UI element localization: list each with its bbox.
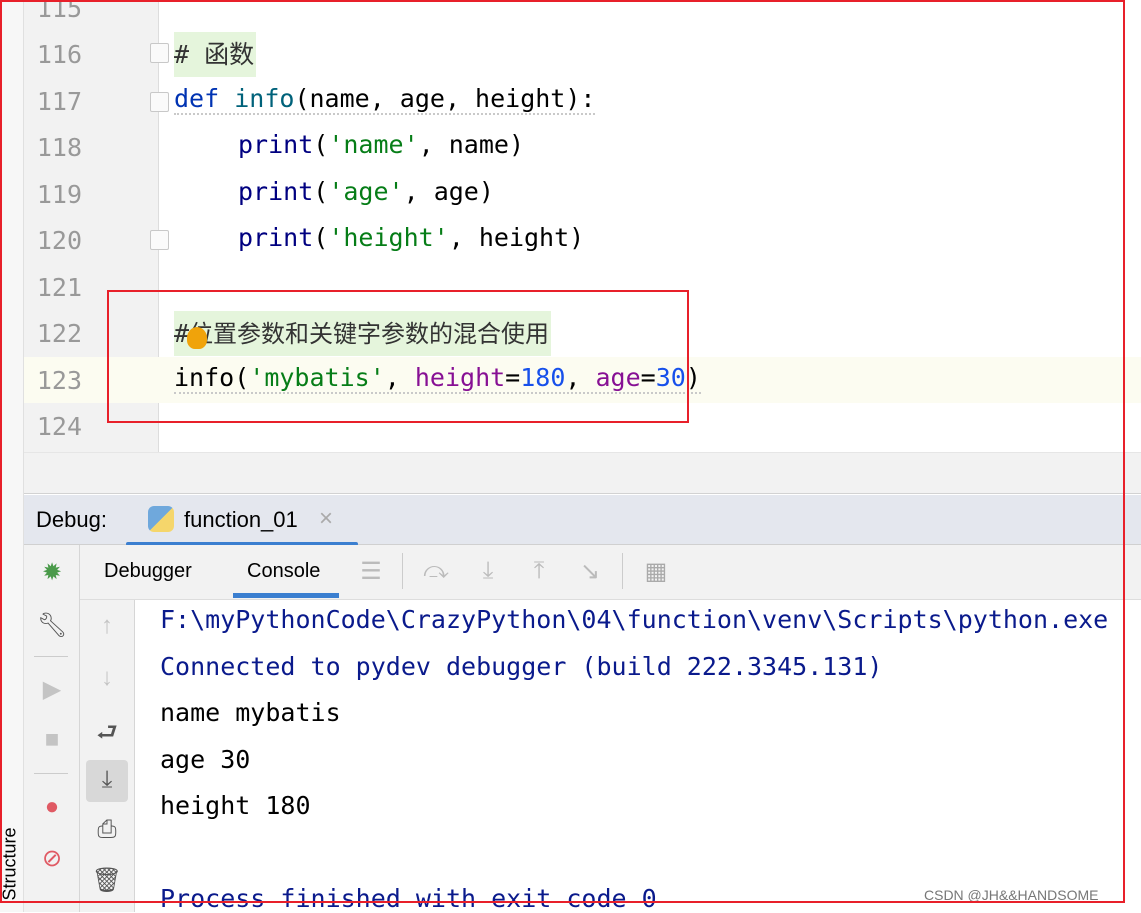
annotation-box-outer <box>0 0 1125 903</box>
annotation-box-inner <box>107 290 689 423</box>
